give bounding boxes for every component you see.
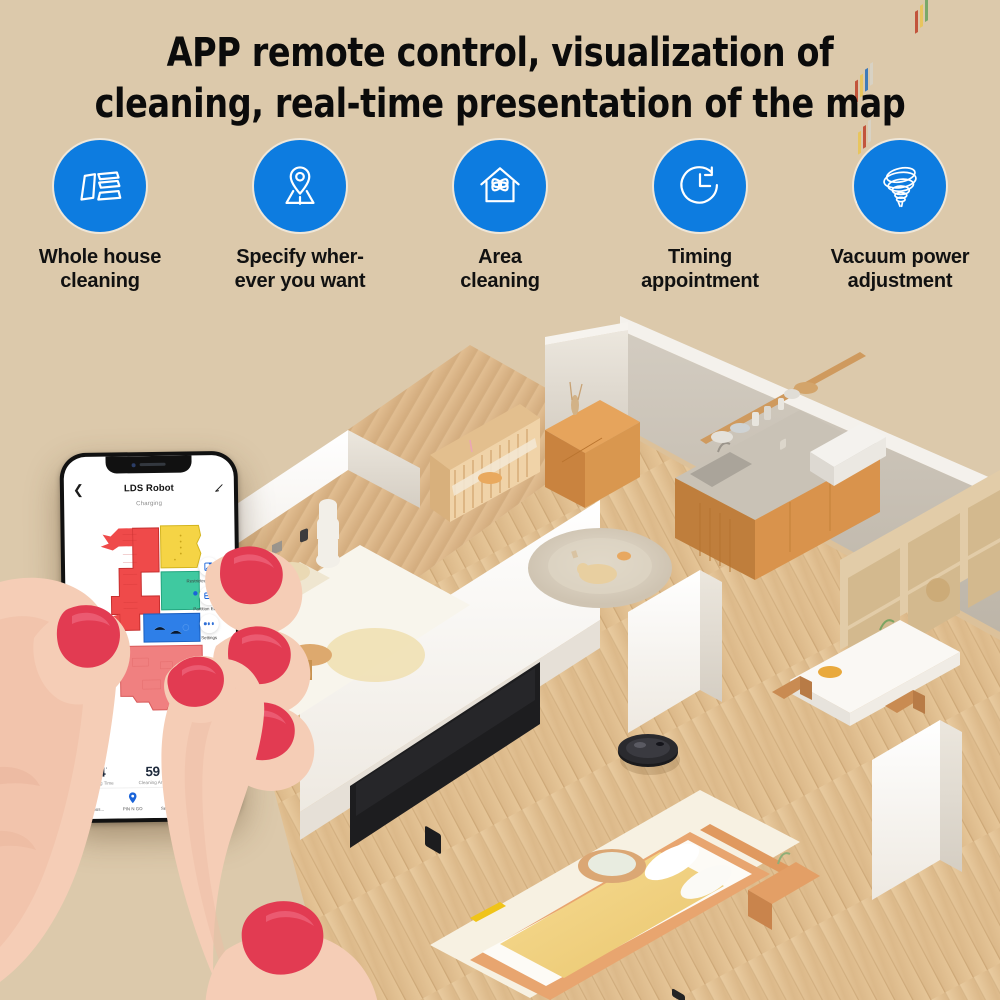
right-hand [161,546,378,1000]
feature-label: Area cleaning [460,246,540,292]
feature-label: Specify wher-ever you want [234,246,366,292]
feature-whole-house-cleaning[interactable]: Whole house cleaning [0,140,200,325]
headline-line-1: APP remote control, visualization of [166,30,834,76]
front-camera-icon [131,462,136,467]
page-root: APP remote control, visualization of cle… [0,0,1000,1000]
page-title: APP remote control, visualization of cle… [35,28,965,130]
feature-icon-circle [54,140,146,232]
headline-line-2: cleaning, real-time presentation of the … [94,81,906,128]
feature-specify-wherever[interactable]: Specify wher-ever you want [200,140,400,325]
feature-icon-circle [854,140,946,232]
feature-timing-appointment[interactable]: Timing appointment [600,140,800,325]
feature-label: Whole house cleaning [38,246,162,292]
feature-list: Whole house cleaning Specify wher-ever yo… [0,140,1000,325]
feature-icon-circle [654,140,746,232]
clock-timer-icon [680,166,718,204]
hands-holding-phone [0,546,378,1000]
feature-area-cleaning[interactable]: Area cleaning [400,140,600,325]
floor-plan-icon [80,171,122,201]
feature-icon-circle [254,140,346,232]
house-area-icon [480,167,520,203]
feature-icon-circle [454,140,546,232]
earpiece-speaker [139,462,166,467]
feature-label: Vacuum power adjustment [830,246,970,292]
map-pin-icon [285,166,315,205]
cyclone-icon [883,166,917,208]
feature-label: Timing appointment [641,246,759,292]
feature-vacuum-power-adjustment[interactable]: Vacuum power adjustment [800,140,1000,325]
left-hand [0,577,131,982]
